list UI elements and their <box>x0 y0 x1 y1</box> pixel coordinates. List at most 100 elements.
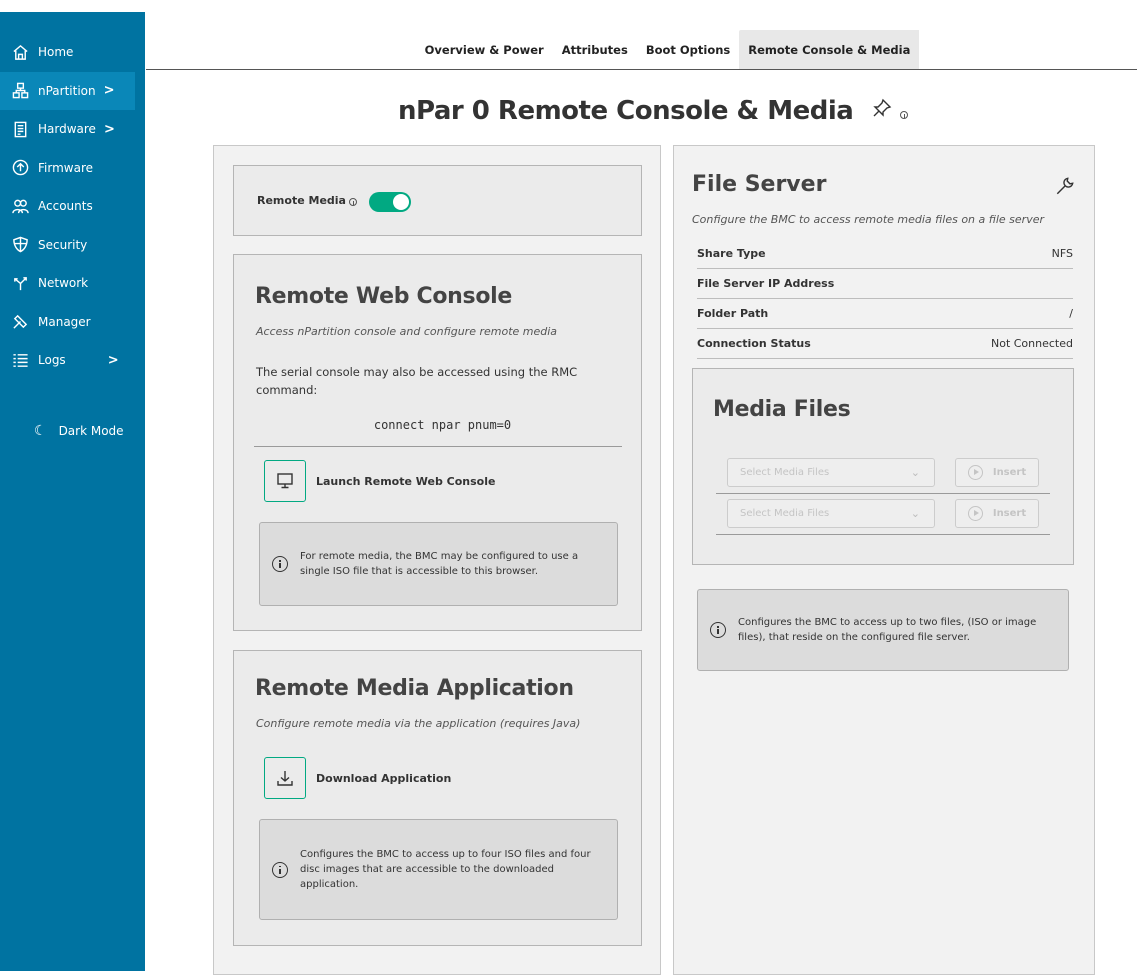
remote-web-console-card: Remote Web Console Access nPartition con… <box>233 254 642 631</box>
sidebar-item-label: Accounts <box>38 199 93 214</box>
play-icon <box>967 506 983 521</box>
row-value: / <box>1069 307 1073 320</box>
media-files-card: Media Files Select Media Files ⌄ Insert … <box>692 368 1074 565</box>
divider <box>716 493 1050 494</box>
row-key: Connection Status <box>697 337 811 350</box>
sidebar-item-security[interactable]: Security <box>0 226 145 265</box>
media-files-info: Configures the BMC to access up to two f… <box>697 589 1069 671</box>
moon-icon: ☾ <box>34 422 47 439</box>
remote-media-app-card: Remote Media Application Configure remot… <box>233 650 642 946</box>
info-icon <box>272 556 288 572</box>
chevron-down-icon: ⌄ <box>910 466 920 479</box>
sidebar-item-hardware[interactable]: Hardware > <box>0 110 145 149</box>
web-console-title: Remote Web Console <box>255 284 512 309</box>
insert-label: Insert <box>992 467 1027 478</box>
sidebar-item-label: Firmware <box>38 160 93 175</box>
tab-attributes[interactable]: Attributes <box>553 30 637 69</box>
share-type-row: Share Type NFS <box>697 239 1073 269</box>
home-icon <box>11 43 29 61</box>
insert-button-1[interactable]: Insert <box>955 458 1039 487</box>
remote-media-toggle[interactable] <box>369 192 411 212</box>
download-app-label[interactable]: Download Application <box>316 772 451 785</box>
sidebar-item-label: Manager <box>38 314 91 329</box>
sidebar-item-manager[interactable]: Manager <box>0 303 145 342</box>
web-console-command: connect npar pnum=0 <box>373 418 512 432</box>
sidebar-item-label: Hardware <box>38 122 96 137</box>
web-console-info-text: For remote media, the BMC may be configu… <box>300 551 579 577</box>
tab-boot-options[interactable]: Boot Options <box>637 30 739 69</box>
info-icon[interactable] <box>349 198 357 206</box>
insert-label: Insert <box>992 508 1027 519</box>
web-console-body: The serial console may also be accessed … <box>256 365 578 397</box>
select-placeholder: Select Media Files <box>740 467 830 478</box>
media-app-title: Remote Media Application <box>255 676 574 701</box>
upload-circle-icon <box>11 159 29 177</box>
row-key: File Server IP Address <box>697 277 835 290</box>
page-title: nPar 0 Remote Console & Media <box>398 96 854 126</box>
launch-console-label[interactable]: Launch Remote Web Console <box>316 475 495 488</box>
file-server-subtitle: Configure the BMC to access remote media… <box>692 213 1045 226</box>
info-icon[interactable] <box>900 111 908 119</box>
sidebar-item-label: Home <box>38 45 74 60</box>
web-console-subtitle: Access nPartition console and configure … <box>256 325 558 338</box>
shield-icon <box>11 236 29 254</box>
download-app-button[interactable] <box>264 757 306 799</box>
wrench-icon <box>11 313 29 331</box>
divider <box>254 446 622 447</box>
media-files-title: Media Files <box>713 397 851 422</box>
sidebar-item-label: nPartition <box>38 83 96 98</box>
pin-icon[interactable] <box>872 98 892 118</box>
media-files-info-text: Configures the BMC to access up to two f… <box>738 617 1037 643</box>
connection-status-row: Connection Status Not Connected <box>697 329 1073 359</box>
sidebar-item-accounts[interactable]: Accounts <box>0 187 145 226</box>
chevron-right-icon: > <box>107 352 119 368</box>
sidebar-item-label: Logs <box>38 353 66 368</box>
sidebar-item-logs[interactable]: Logs > <box>0 341 145 380</box>
chevron-down-icon: ⌄ <box>910 507 920 520</box>
row-key: Folder Path <box>697 307 769 320</box>
media-app-subtitle: Configure remote media via the applicati… <box>256 717 581 730</box>
row-key: Share Type <box>697 247 766 260</box>
chevron-right-icon: > <box>103 83 115 99</box>
sidebar: Home nPartition > Hardware > Firmware Ac… <box>0 12 145 971</box>
network-icon <box>11 274 29 292</box>
monitor-icon <box>277 473 293 489</box>
sidebar-item-firmware[interactable]: Firmware <box>0 149 145 188</box>
wrench-icon[interactable] <box>1054 175 1076 197</box>
download-icon <box>277 771 293 786</box>
play-icon <box>967 465 983 480</box>
chevron-right-icon: > <box>103 121 115 137</box>
file-server-title: File Server <box>692 172 827 197</box>
media-file-select-1[interactable]: Select Media Files ⌄ <box>727 458 935 487</box>
tab-bar: Overview & Power Attributes Boot Options… <box>146 30 1137 70</box>
sidebar-item-label: Security <box>38 237 88 252</box>
document-icon <box>11 120 29 138</box>
select-placeholder: Select Media Files <box>740 508 830 519</box>
row-value: Not Connected <box>990 337 1073 350</box>
remote-media-card: Remote Media <box>233 165 642 236</box>
dark-mode-label: Dark Mode <box>58 423 124 438</box>
sidebar-item-label: Network <box>38 276 89 291</box>
sidebar-top-spacer <box>0 12 145 33</box>
folder-path-row: Folder Path / <box>697 299 1073 329</box>
list-icon <box>11 351 29 369</box>
sidebar-item-network[interactable]: Network <box>0 264 145 303</box>
group-icon <box>11 197 29 215</box>
info-icon <box>272 861 288 878</box>
tab-remote-console-media[interactable]: Remote Console & Media <box>739 30 920 69</box>
launch-console-button[interactable] <box>264 460 306 502</box>
hierarchy-icon <box>11 82 29 100</box>
media-app-info: Configures the BMC to access up to four … <box>259 819 618 920</box>
sidebar-item-home[interactable]: Home <box>0 33 145 72</box>
sidebar-item-npartition[interactable]: nPartition > <box>0 71 135 110</box>
insert-button-2[interactable]: Insert <box>955 499 1039 528</box>
remote-media-label: Remote Media <box>257 194 346 207</box>
toggle-knob <box>393 194 409 210</box>
row-value: NFS <box>1051 247 1073 260</box>
ip-address-row: File Server IP Address <box>697 269 1073 299</box>
dark-mode-toggle[interactable]: ☾ Dark Mode <box>0 412 145 451</box>
divider <box>716 534 1050 535</box>
media-file-select-2[interactable]: Select Media Files ⌄ <box>727 499 935 528</box>
tab-overview-power[interactable]: Overview & Power <box>416 30 553 69</box>
media-app-info-text: Configures the BMC to access up to four … <box>300 849 591 890</box>
